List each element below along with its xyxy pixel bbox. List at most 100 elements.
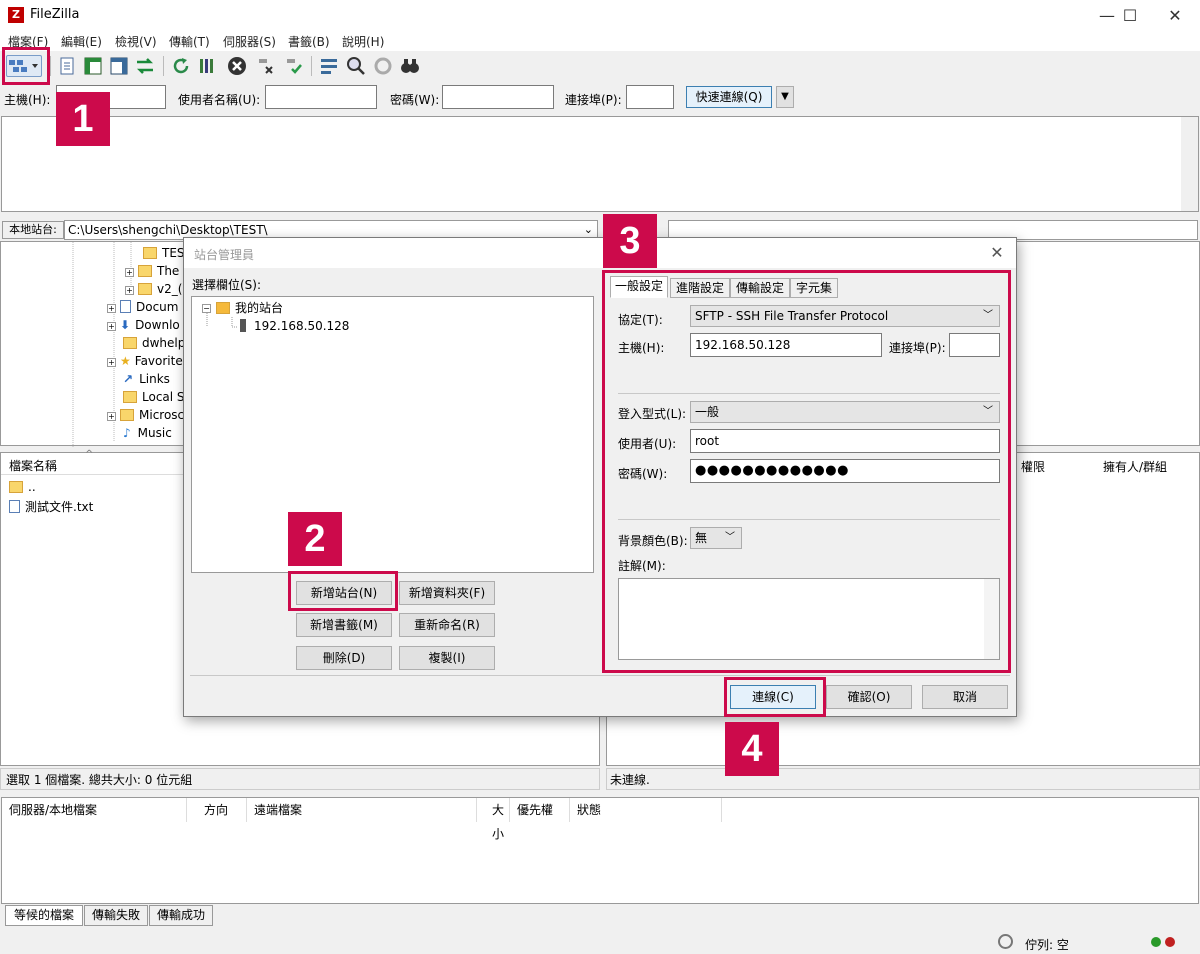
annotation-number-1: 1 (56, 92, 110, 146)
tab-successful-transfers[interactable]: 傳輸成功 (149, 905, 213, 926)
file-row[interactable]: .. (9, 478, 36, 496)
refresh-icon[interactable] (170, 55, 192, 77)
window-title: FileZilla (30, 7, 80, 22)
process-queue-icon[interactable] (196, 55, 218, 77)
expand-icon[interactable]: + (107, 358, 116, 367)
tree-item[interactable]: + Microsc (107, 406, 184, 424)
annotation-number-3: 3 (603, 214, 657, 268)
folder-icon (123, 391, 137, 403)
tree-item[interactable]: + v2_( (125, 280, 182, 298)
reconnect-icon[interactable] (282, 55, 304, 77)
star-icon: ★ (120, 354, 131, 368)
annotation-box-4 (724, 677, 826, 717)
folder-icon (9, 481, 23, 493)
tree-item[interactable]: Local S (123, 388, 185, 406)
tree-item[interactable]: + ⬇ Downlo (107, 316, 180, 334)
binoculars-search-icon[interactable] (399, 55, 421, 77)
rename-button[interactable]: 重新命名(R) (399, 613, 495, 637)
annotation-box-2 (288, 571, 398, 611)
queue-status: 佇列: 空 (1025, 938, 1069, 952)
folder-icon (123, 337, 137, 349)
message-log (1, 116, 1199, 212)
site-tree: − 我的站台 192.168.50.128 (191, 296, 594, 573)
local-tree-icon[interactable] (82, 55, 104, 77)
username-input[interactable] (265, 85, 377, 109)
port-label: 連接埠(P): (565, 93, 622, 107)
local-path-value: C:\Users\shengchi\Desktop\TEST\ (68, 223, 268, 237)
maximize-button[interactable]: ☐ (1107, 0, 1153, 31)
file-row[interactable]: 測試文件.txt (9, 498, 93, 516)
column-status[interactable]: 狀態 (570, 798, 722, 822)
password-input[interactable] (442, 85, 554, 109)
menu-server[interactable]: 伺服器(S) (223, 33, 276, 50)
column-priority[interactable]: 優先權 (510, 798, 570, 822)
tree-item[interactable]: + ★ Favorite (107, 352, 183, 370)
folder-icon (143, 247, 157, 259)
tree-item[interactable]: dwhelp (123, 334, 185, 352)
expand-icon[interactable]: + (107, 412, 116, 421)
window-titlebar: Z FileZilla — ☐ ✕ (0, 0, 1200, 31)
remote-status-bar: 未連線. (606, 768, 1200, 790)
tree-item[interactable]: ↗ Links (123, 370, 170, 388)
delete-button[interactable]: 刪除(D) (296, 646, 392, 670)
music-note-icon: ♪ (123, 426, 131, 440)
menu-transfer[interactable]: 傳輸(T) (169, 33, 210, 50)
close-window-button[interactable]: ✕ (1152, 0, 1198, 31)
menu-bookmarks[interactable]: 書籤(B) (288, 33, 330, 50)
username-label: 使用者名稱(U): (178, 93, 261, 107)
host-label: 主機(H): (4, 93, 51, 107)
bottom-status-bar: 佇列: 空 (0, 930, 1200, 954)
quickconnect-bar: 主機(H): 使用者名稱(U): 密碼(W): 連接埠(P): 快速連線(Q) … (0, 81, 1200, 115)
menu-bar: 檔案(F) 編輯(E) 檢視(V) 傳輸(T) 伺服器(S) 書籤(B) 說明(… (0, 31, 1200, 51)
tab-queued-files[interactable]: 等候的檔案 (5, 905, 83, 926)
expand-icon[interactable]: + (125, 286, 134, 295)
toolbar (0, 51, 1200, 81)
ok-button[interactable]: 確認(O) (826, 685, 912, 709)
sync-browsing-icon[interactable] (372, 55, 394, 77)
column-remote-file[interactable]: 遠端檔案 (247, 798, 477, 822)
quickconnect-dropdown-button[interactable]: ▼ (776, 86, 794, 108)
dialog-close-button[interactable]: ✕ (986, 242, 1008, 264)
filezilla-logo-icon: Z (8, 7, 24, 23)
remote-tree-icon[interactable] (108, 55, 130, 77)
text-file-icon (9, 500, 20, 513)
column-permissions[interactable]: 權限 (1021, 458, 1045, 475)
expand-icon[interactable]: + (125, 268, 134, 277)
expand-icon[interactable]: + (107, 322, 116, 331)
tab-failed-transfers[interactable]: 傳輸失敗 (84, 905, 148, 926)
copy-button[interactable]: 複製(I) (399, 646, 495, 670)
password-label: 密碼(W): (390, 93, 440, 107)
column-filename[interactable]: 檔案名稱 (9, 457, 57, 474)
site-item[interactable]: 192.168.50.128 (240, 317, 349, 335)
log-scrollbar[interactable] (1181, 117, 1198, 211)
cancel-button[interactable]: 取消 (922, 685, 1008, 709)
dialog-footer-separator (190, 675, 1010, 676)
menu-edit[interactable]: 編輯(E) (61, 33, 102, 50)
filter-search-icon[interactable] (345, 55, 367, 77)
message-log-icon[interactable] (56, 55, 78, 77)
column-owner-group[interactable]: 擁有人/群組 (1103, 458, 1167, 475)
new-bookmark-button[interactable]: 新增書籤(M) (296, 613, 392, 637)
port-input[interactable] (626, 85, 674, 109)
cancel-operation-icon[interactable] (226, 55, 248, 77)
annotation-box-1 (2, 47, 50, 85)
column-size[interactable]: 大小 (477, 798, 510, 841)
column-direction[interactable]: 方向 (197, 798, 247, 822)
folder-icon (138, 265, 152, 277)
new-folder-button[interactable]: 新增資料夾(F) (399, 581, 495, 605)
menu-view[interactable]: 檢視(V) (115, 33, 157, 50)
column-server-local-file[interactable]: 伺服器/本地檔案 (2, 798, 187, 822)
tree-item[interactable]: ♪ Music (123, 424, 172, 442)
menu-help[interactable]: 說明(H) (342, 33, 384, 50)
quickconnect-button[interactable]: 快速連線(Q) (686, 86, 772, 108)
transfer-queue-icon[interactable] (134, 55, 156, 77)
expand-icon[interactable]: + (107, 304, 116, 313)
directory-compare-icon[interactable] (318, 55, 340, 77)
tree-item[interactable]: TES (143, 244, 185, 262)
documents-icon (120, 300, 131, 313)
tree-item[interactable]: + The (125, 262, 179, 280)
download-led-icon (1165, 937, 1175, 947)
disconnect-icon[interactable] (254, 55, 276, 77)
tree-item[interactable]: + Docum (107, 298, 178, 316)
select-entry-label: 選擇欄位(S): (192, 278, 262, 292)
